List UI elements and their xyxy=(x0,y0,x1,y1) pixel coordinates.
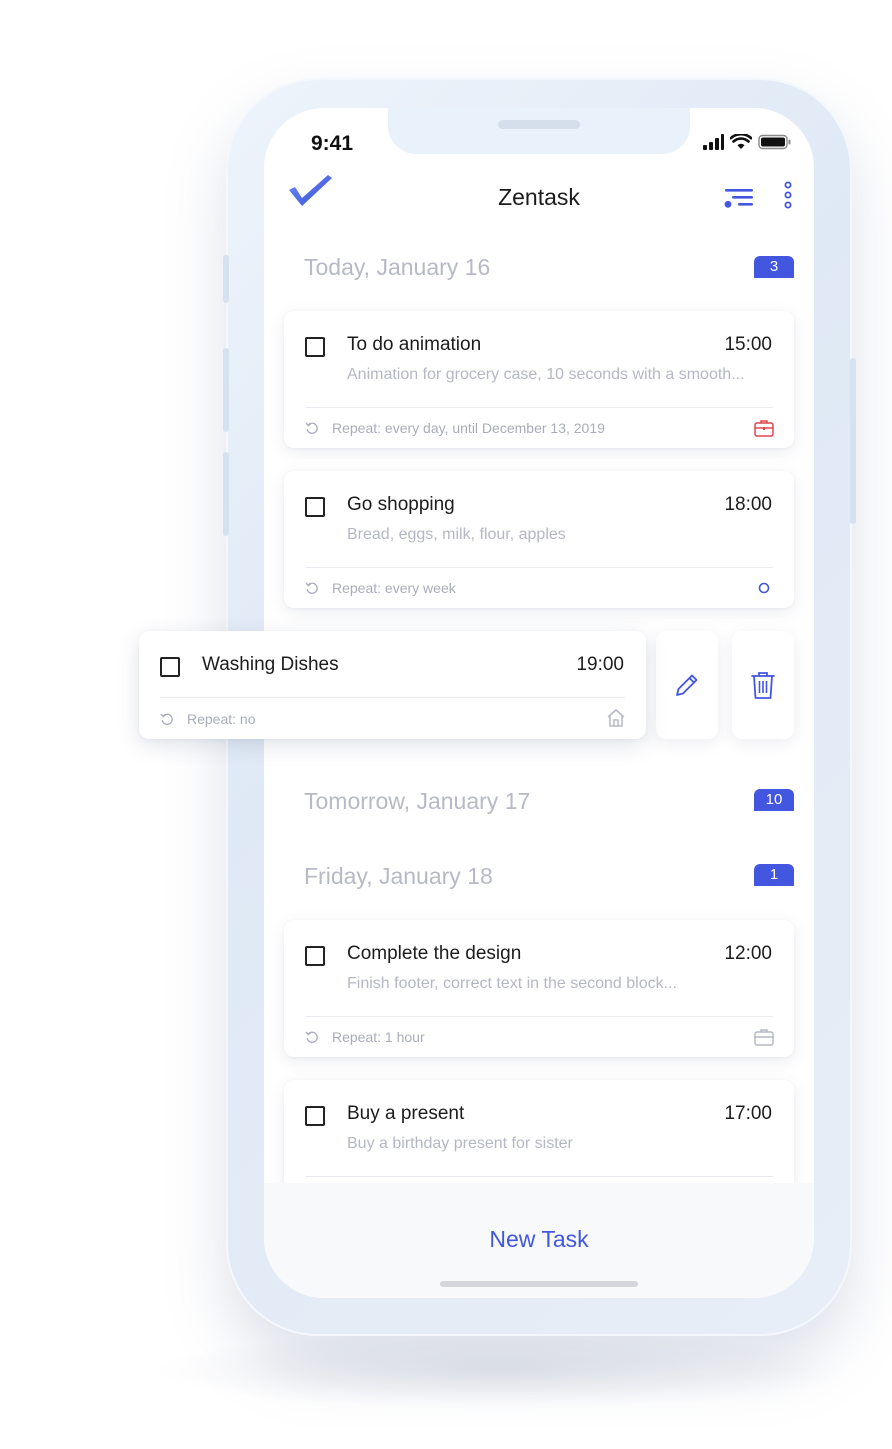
repeat-text: Repeat: 1 hour xyxy=(332,1029,425,1045)
task-title: Complete the design xyxy=(347,943,522,964)
task-title: To do animation xyxy=(347,334,482,355)
phone-shadow xyxy=(150,1330,850,1410)
repeat-text: Repeat: every week xyxy=(332,580,456,596)
card-divider xyxy=(305,1016,773,1017)
phone-power-button xyxy=(850,358,856,524)
card-divider xyxy=(305,1176,773,1177)
phone-volume-up xyxy=(223,348,229,432)
task-card-go-shopping[interactable]: Go shopping 18:00 Bread, eggs, milk, flo… xyxy=(284,471,794,608)
task-title: Buy a present xyxy=(347,1103,465,1124)
card-divider xyxy=(305,407,773,408)
repeat-text: Repeat: no xyxy=(187,711,256,727)
notch xyxy=(388,108,690,154)
filter-sort-icon[interactable] xyxy=(724,188,754,210)
repeat-text: Repeat: every day, until December 13, 20… xyxy=(332,420,605,436)
home-icon xyxy=(607,709,625,727)
battery-icon xyxy=(758,134,791,150)
task-title: Go shopping xyxy=(347,494,455,515)
section-title-tomorrow: Tomorrow, January 17 xyxy=(304,788,531,814)
task-time: 17:00 xyxy=(724,1103,772,1124)
task-card-complete-the-design[interactable]: Complete the design 12:00 Finish footer,… xyxy=(284,920,794,1057)
phone-mute-switch xyxy=(223,255,229,303)
task-description: Buy a birthday present for sister xyxy=(347,1135,573,1152)
task-checkbox[interactable] xyxy=(305,497,325,517)
home-indicator xyxy=(440,1281,638,1287)
briefcase-icon xyxy=(754,1029,774,1046)
repeat-icon xyxy=(305,1031,318,1043)
circle-icon xyxy=(758,582,770,594)
task-description: Finish footer, correct text in the secon… xyxy=(347,975,677,992)
signal-icon xyxy=(703,134,724,150)
trash-icon xyxy=(751,672,775,699)
section-title-today: Today, January 16 xyxy=(304,254,491,280)
card-divider xyxy=(160,697,625,698)
task-count-badge-today: 3 xyxy=(754,256,794,278)
pencil-icon xyxy=(676,674,698,696)
repeat-icon xyxy=(305,422,318,434)
task-title: Washing Dishes xyxy=(202,654,339,675)
edit-task-button[interactable] xyxy=(656,631,718,739)
status-time: 9:41 xyxy=(311,132,354,155)
task-card-washing-dishes[interactable]: Washing Dishes 19:00 Repeat: no xyxy=(139,631,646,739)
task-count-badge-tomorrow: 10 xyxy=(754,789,794,811)
briefcase-icon xyxy=(754,420,774,437)
delete-task-button[interactable] xyxy=(732,631,794,739)
task-time: 12:00 xyxy=(724,943,772,964)
task-card-to-do-animation[interactable]: To do animation 15:00 Animation for groc… xyxy=(284,311,794,448)
task-time: 18:00 xyxy=(724,494,772,515)
task-count-badge-friday: 1 xyxy=(754,864,794,886)
phone-volume-down xyxy=(223,452,229,536)
task-checkbox[interactable] xyxy=(305,1106,325,1126)
card-divider xyxy=(305,567,773,568)
repeat-icon xyxy=(305,582,318,594)
task-time: 19:00 xyxy=(576,654,624,675)
repeat-icon xyxy=(160,713,173,725)
task-checkbox[interactable] xyxy=(305,337,325,357)
task-checkbox[interactable] xyxy=(305,946,325,966)
task-checkbox[interactable] xyxy=(160,657,180,677)
task-description: Animation for grocery case, 10 seconds w… xyxy=(347,366,745,383)
status-icons xyxy=(702,134,792,150)
wifi-icon xyxy=(730,134,752,149)
speaker-grille xyxy=(498,120,580,129)
bottom-bar: New Task xyxy=(264,1183,814,1298)
more-menu-icon[interactable] xyxy=(783,181,793,211)
section-title-friday: Friday, January 18 xyxy=(304,863,493,889)
task-description: Bread, eggs, milk, flour, apples xyxy=(347,526,566,543)
task-time: 15:00 xyxy=(724,334,772,355)
new-task-button[interactable]: New Task xyxy=(264,1226,814,1253)
